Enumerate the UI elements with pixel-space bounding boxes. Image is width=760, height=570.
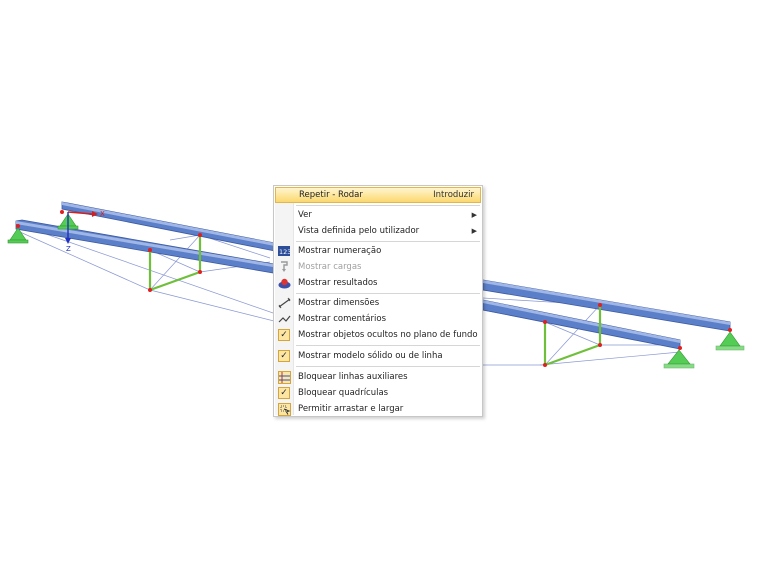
context-menu: Repetir - Rodar Introduzir Ver ▶ Vista d…	[273, 185, 483, 417]
menu-item-show-results[interactable]: Mostrar resultados	[275, 275, 481, 291]
comment-icon	[275, 311, 293, 327]
loads-icon	[275, 259, 293, 275]
menu-item-label: Permitir arrastar e largar	[298, 404, 404, 414]
menu-item-label: Mostrar numeração	[298, 246, 382, 256]
dimension-icon	[275, 295, 293, 311]
menu-item-label: Mostrar objetos ocultos no plano de fund…	[298, 330, 478, 340]
checkmark-icon: ✓	[278, 350, 290, 362]
checkmark-icon: ✓	[278, 387, 290, 399]
menu-icon-empty	[275, 207, 293, 223]
menu-item-show-comments[interactable]: Mostrar comentários	[275, 311, 481, 327]
menu-item-label: Bloquear linhas auxiliares	[298, 372, 408, 382]
menu-separator	[296, 366, 480, 367]
menu-item-label: Mostrar cargas	[298, 262, 362, 272]
menu-item-show-numbering[interactable]: 123 Mostrar numeração	[275, 243, 481, 259]
menu-item-show-hidden-objects[interactable]: ✓ Mostrar objetos ocultos no plano de fu…	[275, 327, 481, 343]
menu-item-view[interactable]: Ver ▶	[275, 207, 481, 223]
menu-separator	[296, 205, 480, 206]
results-icon	[275, 275, 293, 291]
submenu-arrow-icon: ▶	[471, 227, 477, 235]
menu-item-user-view[interactable]: Vista definida pelo utilizador ▶	[275, 223, 481, 239]
numbering-icon: 123	[275, 243, 293, 259]
menu-item-lock-grid[interactable]: ✓ Bloquear quadrículas	[275, 385, 481, 401]
menu-item-label: Ver	[298, 210, 312, 220]
menu-icon-empty	[276, 187, 294, 203]
menu-separator	[296, 345, 480, 346]
menu-item-label: Vista definida pelo utilizador	[298, 226, 420, 236]
menu-item-label: Mostrar modelo sólido ou de linha	[298, 351, 443, 361]
menu-item-repeat-rotate[interactable]: Repetir - Rodar Introduzir	[275, 187, 481, 203]
menu-item-show-solid-model[interactable]: ✓ Mostrar modelo sólido ou de linha	[275, 348, 481, 364]
guidelines-icon	[275, 369, 293, 385]
menu-item-allow-drag-drop[interactable]: Permitir arrastar e largar	[275, 401, 481, 417]
menu-item-label: Repetir - Rodar	[299, 190, 363, 200]
menu-item-lock-guidelines[interactable]: Bloquear linhas auxiliares	[275, 369, 481, 385]
menu-icon-empty	[275, 223, 293, 239]
menu-separator	[296, 293, 480, 294]
menu-item-label: Bloquear quadrículas	[298, 388, 389, 398]
drag-drop-icon	[275, 401, 293, 417]
axis-label-z: Z	[66, 245, 71, 253]
menu-item-show-dimensions[interactable]: Mostrar dimensões	[275, 295, 481, 311]
menu-item-shortcut: Introduzir	[433, 190, 474, 200]
menu-item-show-loads[interactable]: Mostrar cargas	[275, 259, 481, 275]
menu-item-label: Mostrar comentários	[298, 314, 386, 324]
submenu-arrow-icon: ▶	[471, 211, 477, 219]
axis-label-x: X	[100, 210, 105, 218]
menu-separator	[296, 241, 480, 242]
svg-text:123: 123	[279, 248, 290, 256]
menu-item-label: Mostrar resultados	[298, 278, 378, 288]
menu-item-label: Mostrar dimensões	[298, 298, 380, 308]
checkmark-icon: ✓	[278, 329, 290, 341]
